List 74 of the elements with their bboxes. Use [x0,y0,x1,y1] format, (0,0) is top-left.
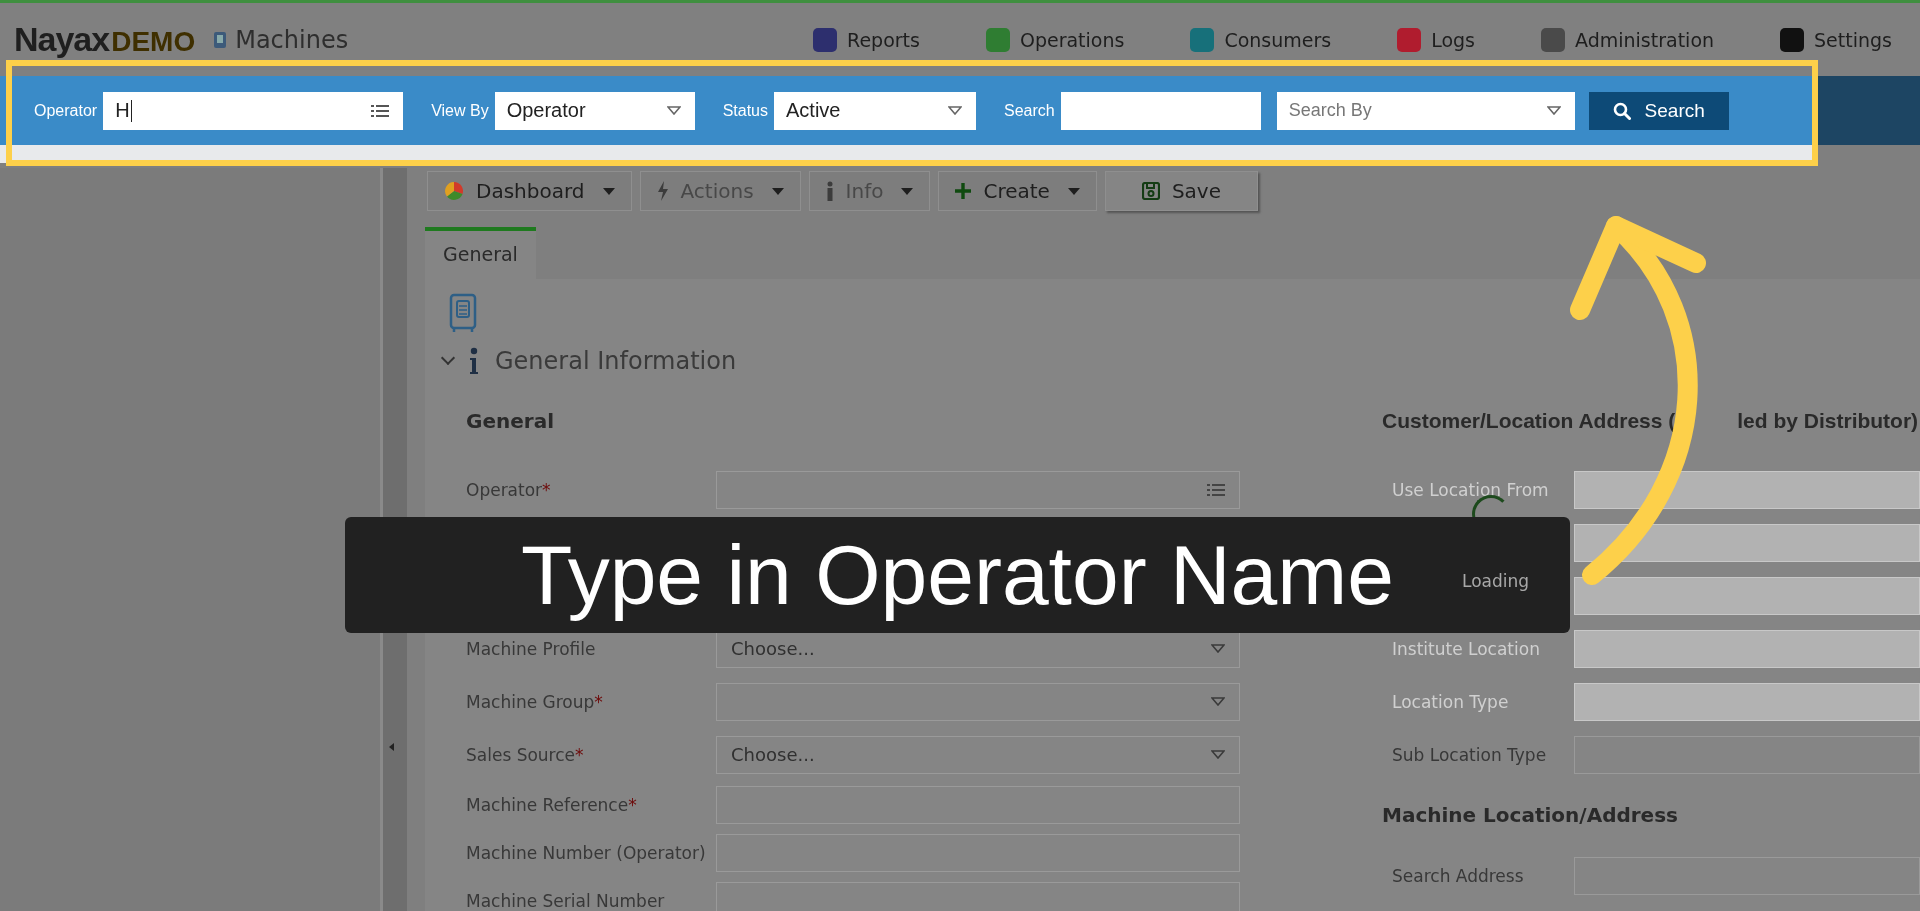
select-field[interactable]: Operator [494,91,695,130]
logo-text: Nayax [14,20,110,59]
select-field[interactable]: Choose... [716,735,1240,774]
required-mark: * [575,744,584,765]
dropdown-icon [1546,106,1561,115]
field-label: Location Type [1392,691,1509,712]
plus-icon [955,183,972,199]
select-field[interactable] [716,682,1240,721]
filter-label: Status [722,101,768,120]
list-icon [1207,482,1225,497]
field-label: Machine Serial Number [466,891,665,911]
input-field[interactable] [1574,576,1920,615]
input-field[interactable] [1574,523,1920,562]
tab[interactable]: General [425,227,536,279]
nav-link[interactable]: Administration [1541,27,1715,52]
filter-label: Search [1004,101,1055,120]
field-label: Operator [466,479,543,500]
info-icon [469,347,479,375]
group-title: General [466,409,555,433]
machine-icon [449,293,477,333]
field-label: Sales Source [466,744,576,765]
field-label: Use Location From [1392,479,1549,500]
field-label: Search Address [1392,865,1524,886]
dropdown-icon [1211,750,1225,759]
input-field[interactable] [1060,91,1261,130]
logo-suffix: DEMO [111,26,196,58]
search-button[interactable]: Search [1588,91,1729,130]
caret-icon [901,187,914,195]
dropdown-icon [1211,697,1225,706]
nav-link[interactable]: Logs [1397,27,1476,52]
group-title: Machine Location/Address [1382,803,1679,827]
caret-icon [771,187,784,195]
section-title: General Information [495,347,737,375]
dropdown-icon [1211,644,1225,653]
select-field[interactable]: Active [774,91,976,130]
save-icon [1141,182,1160,200]
field-label: Machine Profile [466,638,596,659]
machine-icon [213,30,228,49]
nav-link[interactable]: Reports [813,27,920,52]
caret-icon [602,187,615,195]
input-field[interactable]: H [103,91,404,130]
required-mark: * [594,691,603,712]
dropdown-icon [666,106,681,115]
action-button[interactable]: Create [938,171,1097,211]
nav-link[interactable]: Consumers [1190,27,1332,52]
module-title: Machines [235,25,349,54]
group-title: led by Distributor) [1737,409,1919,433]
required-mark: * [628,795,637,815]
required-mark: * [542,479,551,500]
select-field[interactable]: Search By [1276,91,1575,130]
filter-label: Operator [34,101,98,120]
dropdown-icon [948,106,962,115]
info-icon [825,181,834,201]
pie-chart-icon [444,181,464,201]
field-label: Sub Location Type [1392,744,1547,765]
nav-link[interactable]: Operations [985,27,1125,52]
field-label: Machine Reference [466,795,629,815]
caret-icon [1067,187,1080,195]
filter-label: View By [431,101,489,120]
field-label: Machine Group [466,691,595,712]
input-field[interactable] [716,470,1240,509]
lightning-icon [656,181,669,201]
input-field[interactable] [1574,629,1920,668]
nav-link[interactable]: Settings [1780,27,1892,52]
search-icon [1612,101,1631,120]
input-field[interactable] [1574,470,1920,509]
field-label: Institute Location [1392,638,1540,659]
loading-text: Loading [1462,571,1530,591]
list-icon [371,103,390,118]
action-button[interactable]: Dashboard [427,171,632,211]
field-label: Machine Number (Operator) [466,843,706,863]
input-field[interactable] [1574,682,1920,721]
action-button[interactable]: Save [1104,171,1258,211]
collapse-icon[interactable] [389,743,394,751]
